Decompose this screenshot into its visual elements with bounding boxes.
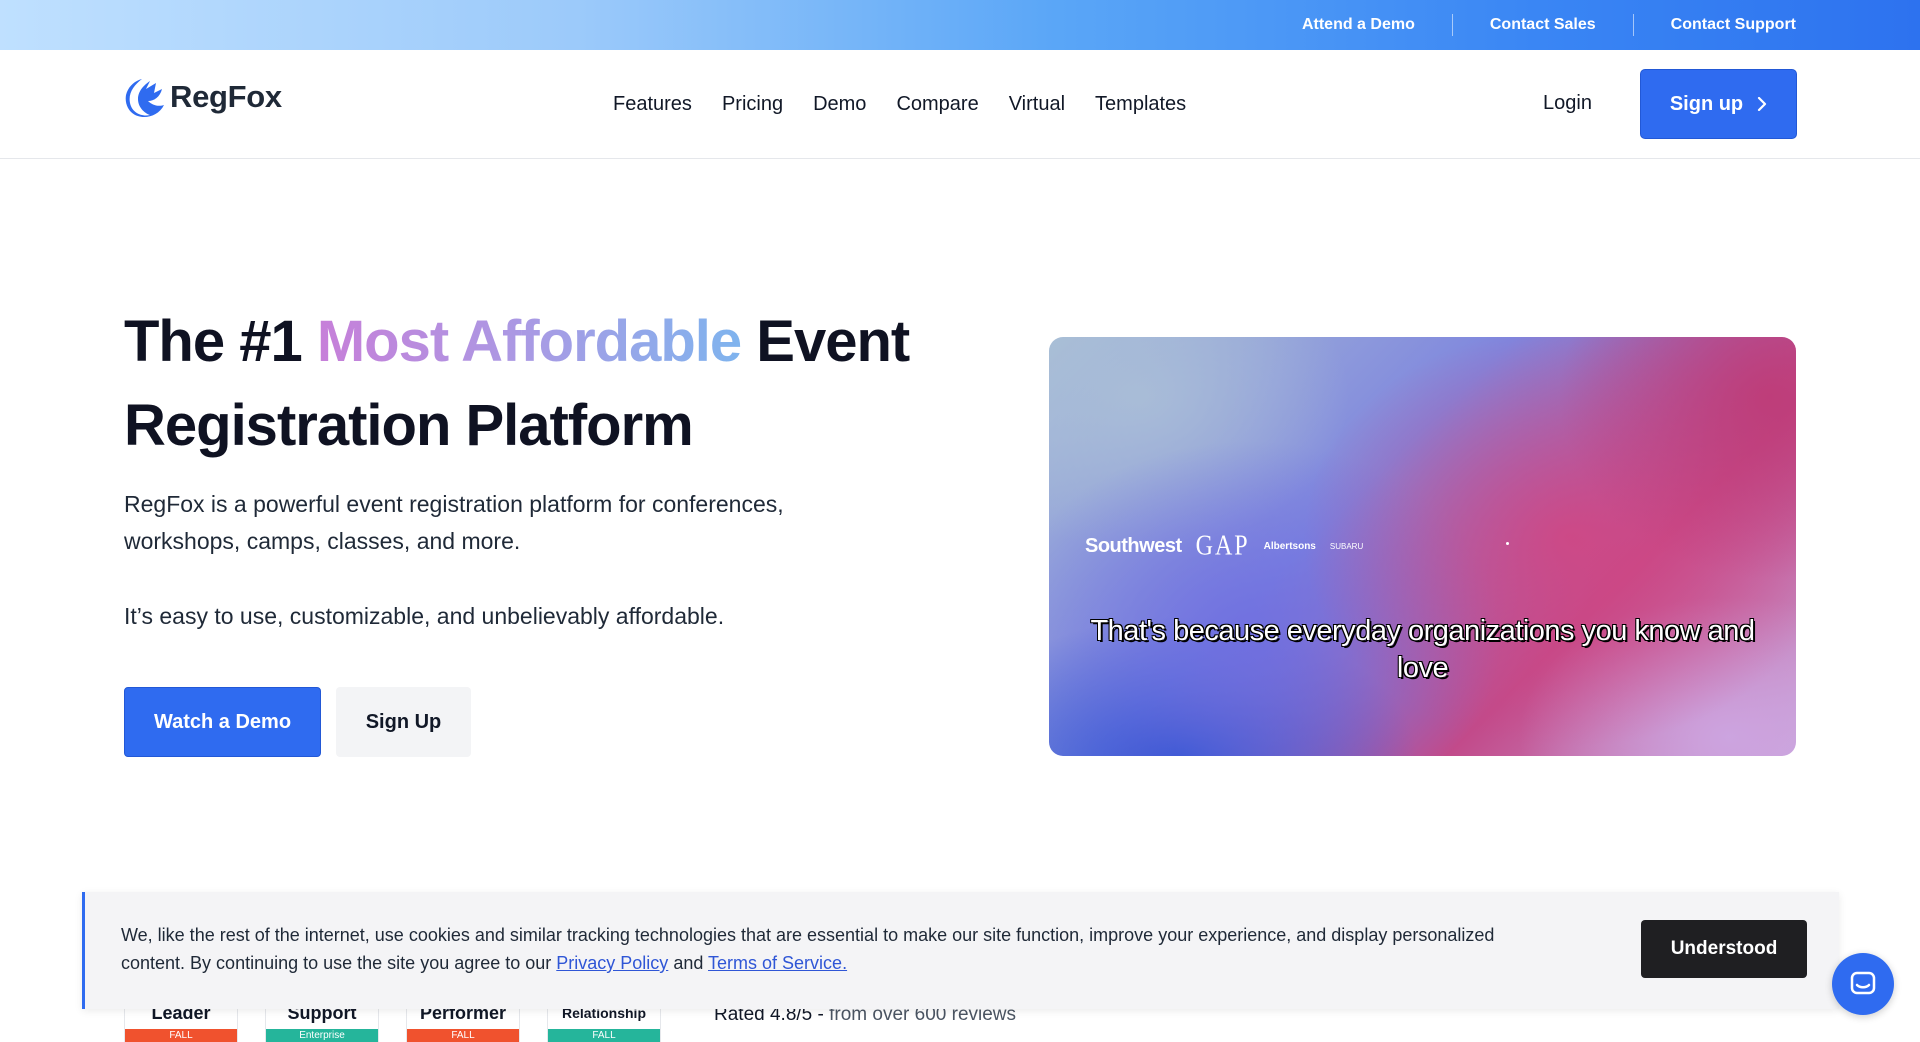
hero-title: The #1 Most Affordable Event Registratio… <box>124 300 944 468</box>
chat-launcher-button[interactable] <box>1832 953 1894 1015</box>
logo-subaru: SUBARU <box>1329 542 1364 551</box>
privacy-policy-link[interactable]: Privacy Policy <box>556 953 668 973</box>
chevron-right-icon <box>1758 97 1767 111</box>
hero-sign-up-button[interactable]: Sign Up <box>336 687 471 757</box>
hero-description: RegFox is a powerful event registration … <box>124 491 784 554</box>
cookie-banner: We, like the rest of the internet, use c… <box>82 892 1839 1009</box>
logo-text: RegFox <box>170 79 282 114</box>
attend-demo-link[interactable]: Attend a Demo <box>1265 14 1452 36</box>
badge-strip: FALL <box>407 1029 519 1042</box>
hero-video[interactable]: Southwest GAP Albertsons SUBARU That's b… <box>1049 337 1796 756</box>
badge-strip: Enterprise <box>266 1029 378 1042</box>
hero-title-highlight: Most Affordable <box>316 309 742 374</box>
contact-support-link[interactable]: Contact Support <box>1632 14 1796 36</box>
contact-sales-link[interactable]: Contact Sales <box>1451 14 1633 36</box>
hero-title-pre: The #1 <box>124 309 317 374</box>
top-bar: Attend a Demo Contact Sales Contact Supp… <box>0 0 1920 50</box>
nav-virtual[interactable]: Virtual <box>1009 93 1065 116</box>
top-bar-links: Attend a Demo Contact Sales Contact Supp… <box>1265 0 1796 50</box>
badge-strip: FALL <box>548 1029 660 1042</box>
customer-logos: Southwest GAP Albertsons SUBARU <box>1085 530 1377 562</box>
nav-compare[interactable]: Compare <box>896 93 978 116</box>
video-caption: That's because everyday organizations yo… <box>1090 615 1755 684</box>
login-link[interactable]: Login <box>1543 92 1592 115</box>
cookie-text-mid: and <box>668 953 709 973</box>
chat-icon <box>1850 971 1876 995</box>
regfox-logo-icon <box>125 79 164 117</box>
terms-of-service-link[interactable]: Terms of Service. <box>708 953 847 973</box>
nav-pricing[interactable]: Pricing <box>722 93 783 116</box>
badge-strip: FALL <box>125 1029 237 1042</box>
logo-albertsons: Albertsons <box>1263 541 1316 552</box>
sign-up-button[interactable]: Sign up <box>1640 69 1797 139</box>
main-menu: Features Pricing Demo Compare Virtual Te… <box>613 50 1216 159</box>
understood-button[interactable]: Understood <box>1641 920 1807 978</box>
video-dot <box>1506 542 1509 545</box>
logo[interactable]: RegFox <box>124 75 282 119</box>
nav-templates[interactable]: Templates <box>1095 93 1186 116</box>
hero-description-2: It’s easy to use, customizable, and unbe… <box>124 603 725 629</box>
logo-gap: GAP <box>1195 530 1250 562</box>
nav-features[interactable]: Features <box>613 93 692 116</box>
nav-demo[interactable]: Demo <box>813 93 866 116</box>
cookie-text: We, like the rest of the internet, use c… <box>121 921 1521 977</box>
sign-up-label: Sign up <box>1669 92 1744 115</box>
main-nav: RegFox Features Pricing Demo Compare Vir… <box>0 50 1920 159</box>
logo-southwest: Southwest <box>1085 535 1182 557</box>
watch-demo-button[interactable]: Watch a Demo <box>124 687 321 757</box>
